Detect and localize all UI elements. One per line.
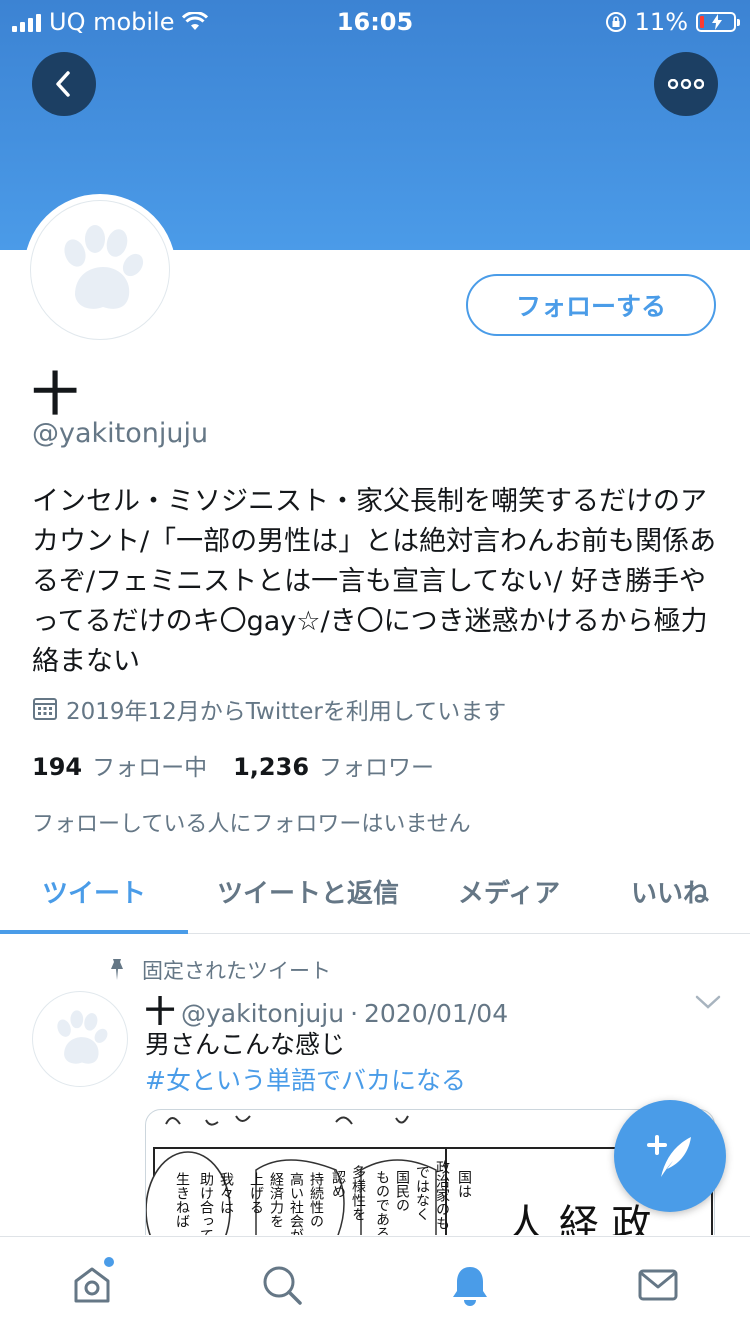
- more-dots-icon: [668, 79, 704, 89]
- manga-text-13: 助け合って: [198, 1172, 214, 1235]
- follow-button[interactable]: フォローする: [466, 274, 716, 336]
- tab-tweets[interactable]: ツイート: [0, 848, 188, 934]
- follow-stats: 194 フォロー中 1,236 フォロワー: [32, 748, 460, 782]
- manga-text-9: 高い社会が: [288, 1171, 304, 1235]
- battery-percent: 11%: [634, 8, 688, 36]
- following-count[interactable]: 194: [32, 753, 82, 781]
- pinned-indicator: 固定されたツイート: [106, 955, 331, 985]
- calendar-icon: [33, 698, 57, 720]
- manga-text-14: 生きねば: [174, 1172, 190, 1228]
- nav-notifications[interactable]: [446, 1261, 494, 1309]
- more-options-button[interactable]: [654, 52, 718, 116]
- status-right: 11%: [605, 8, 740, 36]
- paw-print-icon: [64, 225, 144, 309]
- avatar: [30, 200, 170, 340]
- search-icon: [263, 1266, 302, 1305]
- manga-text-2: 政治家のも: [434, 1160, 450, 1230]
- manga-text-8: 持続性の: [308, 1172, 324, 1228]
- profile-avatar[interactable]: [24, 194, 176, 346]
- tab-media[interactable]: メディア: [428, 848, 590, 934]
- tab-tweets-and-replies[interactable]: ツイートと返信: [188, 848, 428, 934]
- tweet-text: 男さんこんな感じ: [145, 1030, 346, 1059]
- manga-text-1: 国は: [456, 1170, 472, 1198]
- followers-label[interactable]: フォロワー: [319, 748, 434, 782]
- manga-text-10: 経済力を: [268, 1172, 284, 1228]
- back-button[interactable]: [32, 52, 96, 116]
- orientation-lock-icon: [605, 12, 626, 32]
- profile-bio: インセル・ミソジニスト・家父長制を嘲笑するだけのアカウント/「一部の男性は」とは…: [32, 486, 717, 677]
- messages-icon: [638, 1269, 678, 1301]
- manga-big-text: 人 経 政: [506, 1202, 651, 1235]
- user-handle: @yakitonjuju: [32, 418, 209, 449]
- following-label[interactable]: フォロー中: [92, 748, 207, 782]
- manga-text-4: 国民の: [394, 1170, 410, 1212]
- home-unread-dot: [104, 1257, 114, 1267]
- followers-count[interactable]: 1,236: [233, 753, 309, 781]
- tweet-menu-button[interactable]: [694, 993, 722, 1015]
- chevron-down-icon: [695, 995, 721, 1009]
- home-icon: [74, 1267, 110, 1303]
- nav-home[interactable]: [68, 1261, 116, 1309]
- back-arrow-icon: [56, 71, 70, 97]
- joined-text: 2019年12月からTwitterを利用しています: [66, 699, 507, 725]
- display-name: 十: [32, 367, 78, 421]
- tweet-avatar[interactable]: [32, 991, 128, 1087]
- tweet-hashtag[interactable]: #女という単語でバカになる: [145, 1061, 466, 1097]
- bottom-navigation: [0, 1236, 750, 1334]
- mutual-followers-note: フォローしている人にフォロワーはいません: [32, 812, 471, 837]
- status-bar: UQ mobile 16:05 11%: [0, 0, 750, 40]
- manga-text-5: ものである: [374, 1170, 390, 1235]
- joined-date: 2019年12月からTwitterを利用しています: [32, 692, 506, 726]
- active-tab-indicator: [0, 930, 188, 934]
- battery-level: [700, 16, 704, 28]
- tweet-separator: ·: [350, 999, 359, 1028]
- nav-messages[interactable]: [634, 1261, 682, 1309]
- profile-tabs: ツイート ツイートと返信 メディア いいね: [0, 848, 750, 934]
- compose-feather-icon: [647, 1135, 691, 1177]
- pinned-label: 固定されたツイート: [142, 959, 331, 983]
- manga-text-12: 我々は: [218, 1172, 234, 1214]
- tweet-author-handle[interactable]: @yakitonjuju: [181, 999, 344, 1028]
- paw-print-icon: [57, 1010, 108, 1064]
- tweet-date: 2020/01/04: [364, 999, 509, 1028]
- nav-search[interactable]: [258, 1261, 306, 1309]
- notifications-icon: [453, 1267, 487, 1306]
- pin-icon: [111, 959, 123, 980]
- manga-text-11: 上げる: [248, 1172, 264, 1214]
- tab-likes[interactable]: いいね: [590, 848, 750, 934]
- battery-icon: [696, 12, 740, 32]
- manga-text-6: 多様性を: [350, 1164, 366, 1221]
- compose-tweet-button[interactable]: [614, 1100, 726, 1212]
- manga-text-3: ではなく: [414, 1165, 430, 1221]
- manga-text-7: 認め: [330, 1170, 346, 1198]
